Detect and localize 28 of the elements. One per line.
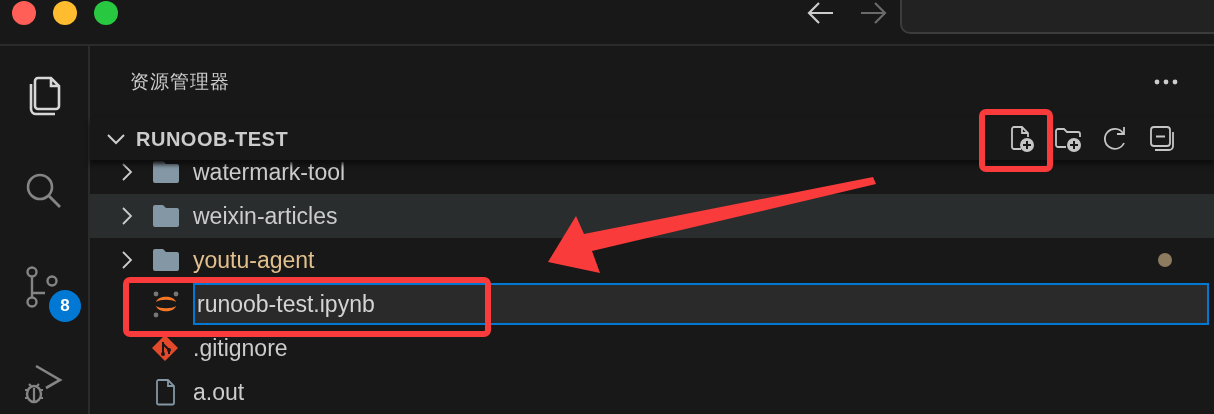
folder-name[interactable]: weixin-articles <box>193 202 338 230</box>
chevron-right-icon[interactable] <box>119 205 135 227</box>
folder-name[interactable]: youtu-agent <box>193 246 315 274</box>
chevron-right-icon[interactable] <box>119 161 135 183</box>
zoom-light[interactable] <box>94 1 118 25</box>
chevron-down-icon[interactable] <box>106 132 126 146</box>
section-title[interactable]: RUNOOB-TEST <box>136 127 289 151</box>
explorer-title: 资源管理器 <box>130 70 230 94</box>
forward-arrow-icon[interactable] <box>858 0 888 26</box>
close-light[interactable] <box>12 1 36 25</box>
command-center-field[interactable] <box>900 0 1214 34</box>
notebook-icon <box>151 290 181 318</box>
git-diamond-icon <box>151 334 181 362</box>
minimize-light[interactable] <box>53 1 77 25</box>
folder-icon <box>151 158 181 186</box>
collapse-all-icon[interactable] <box>1147 124 1177 154</box>
chevron-right-icon[interactable] <box>119 249 135 271</box>
folder-icon <box>151 202 181 230</box>
count-badge: 8 <box>49 290 81 322</box>
hovered-row[interactable]: weixin-articles <box>90 194 1214 238</box>
folder-icon <box>151 246 181 274</box>
more-icon[interactable] <box>1154 78 1178 86</box>
filename-input-field[interactable]: runoob-test.ipynb <box>193 283 1209 325</box>
file-name[interactable]: a.out <box>193 378 245 406</box>
modified-dot <box>1158 253 1172 267</box>
back-arrow-icon[interactable] <box>806 0 836 26</box>
file-name[interactable]: .gitignore <box>193 334 288 362</box>
folder-name[interactable]: watermark-tool <box>193 158 346 186</box>
